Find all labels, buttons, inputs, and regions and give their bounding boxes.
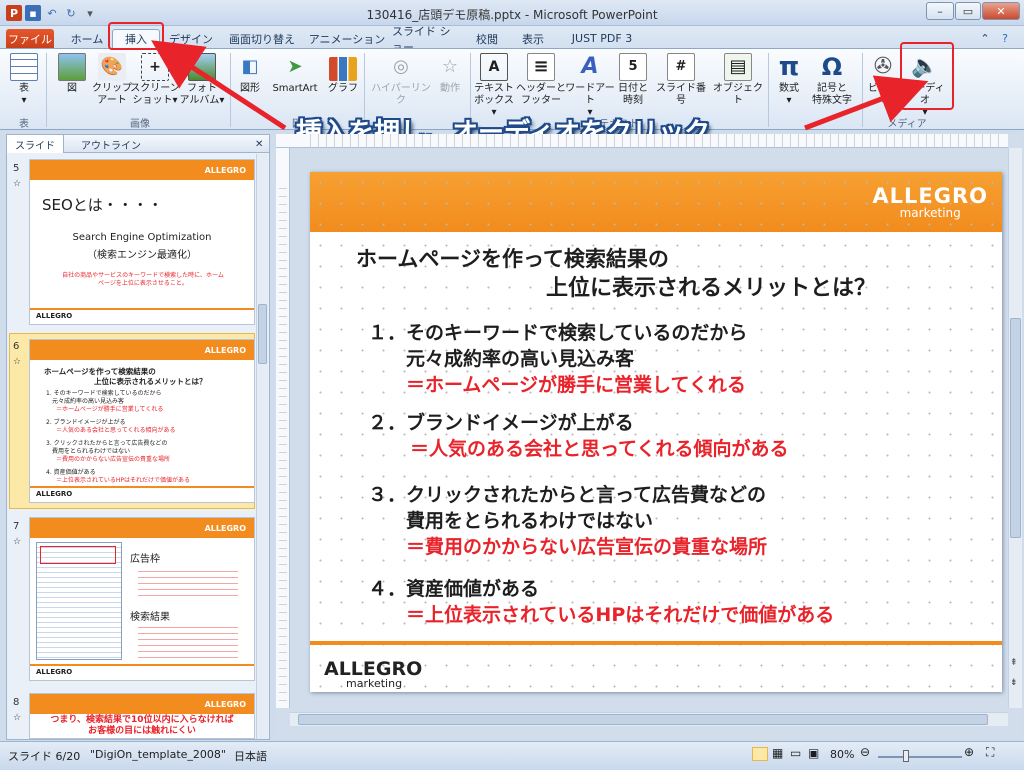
thumb-header: ALLEGRO	[30, 518, 254, 538]
slide-workspace: ⇞ ⇟ ALLEGRO marketing ホームページを作って検索結果の 上位…	[276, 134, 1022, 740]
slide-header-band: ALLEGRO marketing	[310, 172, 1002, 232]
point-4[interactable]: ４．資産価値がある	[368, 574, 539, 601]
pane-scrollbar[interactable]	[256, 154, 268, 739]
point-3-benefit[interactable]: ＝費用のかからない広告宣伝の貴重な場所	[406, 532, 767, 559]
thumb-ad-box	[40, 546, 116, 564]
normal-view-icon[interactable]	[752, 747, 768, 761]
vertical-ruler	[276, 148, 290, 708]
point-1-detail[interactable]: 元々成約率の高い見込み客	[406, 344, 634, 371]
thumb-red-text: つまり、検索結果で10位以内に入らなければ お客様の目には触れにくい	[50, 715, 234, 736]
thumb-red-notes	[138, 566, 238, 596]
thumb-header: ALLEGRO	[30, 160, 254, 180]
thumb-body: 1. そのキーワードで検索しているのだから 元々成約率の高い見込み客 ＝ホームペ…	[46, 390, 190, 484]
thumb-footer-line	[30, 486, 254, 488]
point-4-benefit[interactable]: ＝上位表示されているHPはそれだけで価値がある	[406, 600, 834, 627]
clipart-icon: 🎨	[98, 53, 126, 81]
picture-icon	[58, 53, 86, 81]
next-slide-icon[interactable]: ⇟	[1010, 678, 1018, 688]
fit-to-window-icon[interactable]: ⛶	[986, 745, 994, 760]
zoom-slider[interactable]	[878, 756, 962, 758]
point-3[interactable]: ３．クリックされたからと言って広告費などの	[368, 480, 766, 507]
slide-thumbnail-8[interactable]: ALLEGRO つまり、検索結果で10位以内に入らなければ お客様の目には触れに…	[29, 693, 255, 739]
slides-pane: スライド アウトライン ✕ 5 ☆ ALLEGRO SEOとは・・・・ Sear…	[6, 134, 270, 740]
maximize-button[interactable]: ▭	[955, 2, 981, 20]
help-icon[interactable]: ?	[996, 29, 1014, 48]
table-button[interactable]: 表 ▾	[8, 53, 40, 107]
thumb-footer-line	[30, 664, 254, 666]
slide-sorter-icon[interactable]: ▦	[772, 746, 783, 760]
horizontal-scrollbar[interactable]	[290, 712, 1008, 726]
pane-scroll-thumb[interactable]	[258, 304, 267, 364]
group-label-table: 表	[19, 119, 29, 130]
minimize-button[interactable]: –	[926, 2, 954, 20]
pane-tabs: スライド アウトライン ✕	[7, 135, 269, 153]
slide-footer-line	[310, 641, 1002, 645]
thumb-ad-label: 広告枠	[130, 554, 160, 565]
thumb-red-text: 自社の商品やサービスのキーワードで検索した時に、ホームページを上位に表示させるこ…	[62, 272, 224, 287]
thumb-footer-logo: ALLEGRO	[36, 490, 73, 498]
slide-position: スライド 6/20	[8, 750, 81, 763]
slide-thumbnail-6[interactable]: ALLEGRO ホームページを作って検索結果の 上位に表示されるメリットとは？ …	[29, 339, 255, 503]
thumb-sub: Search Engine Optimization	[72, 232, 212, 243]
zoom-slider-handle[interactable]	[903, 750, 909, 762]
zoom-level[interactable]: 80%	[830, 748, 854, 761]
thumb-title: SEOとは・・・・	[42, 196, 163, 214]
star-icon: ☆	[13, 713, 22, 723]
close-button[interactable]: ✕	[982, 2, 1020, 20]
thumb-red-notes	[138, 622, 238, 662]
reading-view-icon[interactable]: ▭	[790, 746, 801, 760]
status-bar: スライド 6/20 "DigiOn_template_2008" 日本語 ▦ ▭…	[0, 741, 1024, 770]
point-2-benefit[interactable]: ＝人気のある会社と思ってくれる傾向がある	[410, 434, 788, 461]
thumb-footer-line	[30, 308, 254, 310]
slideshow-view-icon[interactable]: ▣	[808, 746, 819, 760]
tab-file[interactable]: ファイル	[6, 29, 54, 48]
star-icon: ☆	[13, 357, 22, 367]
thumb-header: ALLEGRO	[30, 694, 254, 714]
divider	[46, 53, 47, 127]
close-pane-icon[interactable]: ✕	[247, 135, 271, 153]
slide-thumbnail-5[interactable]: ALLEGRO SEOとは・・・・ Search Engine Optimiza…	[29, 159, 255, 325]
tab-home[interactable]: ホーム	[64, 29, 110, 48]
point-1[interactable]: １．そのキーワードで検索しているのだから	[368, 318, 747, 345]
vertical-scrollbar[interactable]: ⇞ ⇟	[1008, 148, 1022, 708]
scroll-thumb[interactable]	[298, 714, 988, 725]
template-name: "DigiOn_template_2008"	[90, 748, 226, 761]
slide-number: 5	[13, 163, 20, 174]
allegro-logo-footer: ALLEGRO marketing	[324, 658, 423, 690]
point-2[interactable]: ２．ブランドイメージが上がる	[368, 408, 634, 435]
zoom-in-icon[interactable]: ⊕	[964, 745, 974, 759]
slide-canvas[interactable]: ALLEGRO marketing ホームページを作って検索結果の 上位に表示さ…	[310, 172, 1002, 692]
point-3-detail[interactable]: 費用をとられるわけではない	[406, 506, 653, 533]
star-icon: ☆	[13, 179, 22, 189]
slide-thumbnail-7[interactable]: ALLEGRO 広告枠 検索結果 ALLEGRO	[29, 517, 255, 681]
scroll-thumb[interactable]	[1010, 318, 1021, 538]
thumb-footer-logo: ALLEGRO	[36, 668, 73, 676]
picture-button[interactable]: 図	[54, 53, 90, 95]
slide-number: 6	[13, 341, 20, 352]
horizontal-ruler	[276, 134, 1008, 148]
point-1-benefit[interactable]: ＝ホームページが勝手に営業してくれる	[406, 370, 746, 397]
slide-title[interactable]: ホームページを作って検索結果の 上位に表示されるメリットとは？	[356, 244, 876, 304]
window-title: 130416_店頭デモ原稿.pptx - Microsoft PowerPoin…	[366, 8, 658, 22]
tab-slides[interactable]: スライド	[7, 135, 64, 153]
zoom-out-icon[interactable]: ⊖	[860, 745, 870, 759]
thumb-header: ALLEGRO	[30, 340, 254, 360]
table-icon	[10, 53, 38, 81]
minimize-ribbon-icon[interactable]: ⌃	[976, 29, 994, 48]
thumb-footer-logo: ALLEGRO	[36, 312, 73, 320]
thumb-search-label: 検索結果	[130, 612, 170, 623]
slide-number: 8	[13, 697, 20, 708]
thumb-title: 上位に表示されるメリットとは？	[94, 377, 207, 386]
allegro-logo: ALLEGRO marketing	[872, 184, 988, 220]
thumb-sub: （検索エンジン最適化）	[87, 250, 197, 261]
slide-number: 7	[13, 521, 20, 532]
clipart-button[interactable]: 🎨 クリップ アート	[92, 53, 132, 107]
prev-slide-icon[interactable]: ⇞	[1010, 658, 1018, 668]
tab-outline[interactable]: アウトライン	[73, 135, 149, 153]
star-icon: ☆	[13, 537, 22, 547]
language[interactable]: 日本語	[234, 748, 267, 764]
